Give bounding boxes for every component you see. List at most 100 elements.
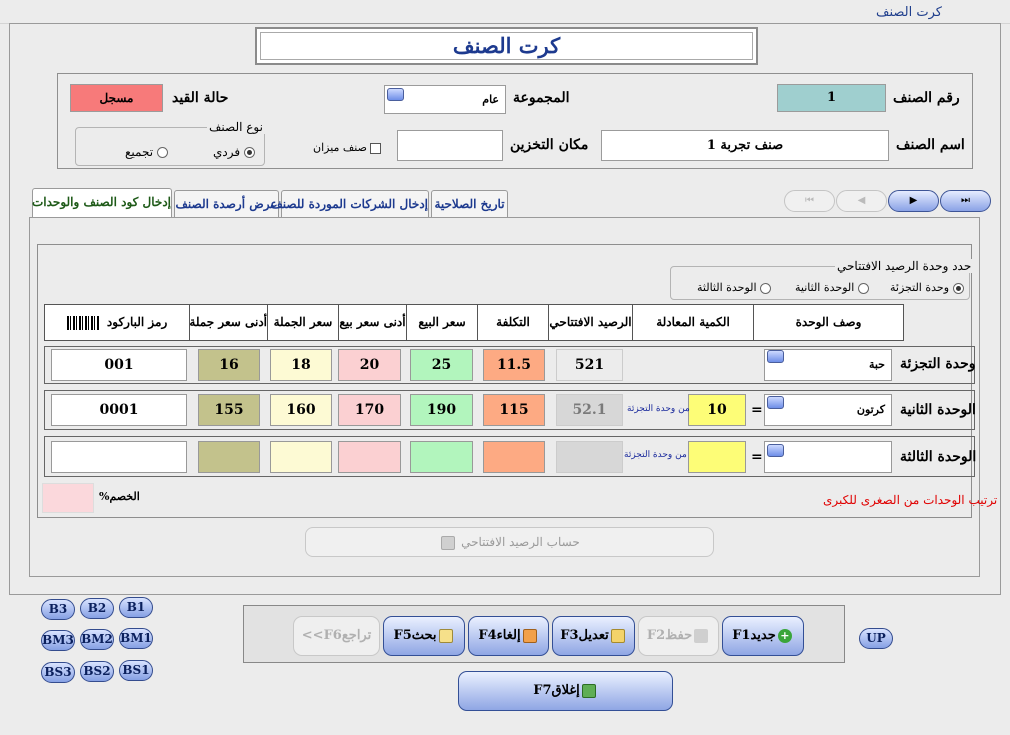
row1-min-sale-field[interactable]: 20 (338, 349, 401, 381)
new-button-label: جديدF1 (732, 628, 776, 643)
opening-unit-second-label: الوحدة الثانية (795, 281, 855, 294)
row2-min-sale-field[interactable]: 170 (338, 394, 401, 426)
row-retail-label: وحدة التجزئة (900, 356, 976, 372)
group-label: المجموعة (513, 90, 570, 106)
search-icon (438, 628, 453, 643)
opening-unit-retail-label: وحدة التجزئة (890, 281, 950, 294)
row3-barcode-field[interactable] (51, 441, 187, 473)
bm3-button[interactable]: BM3 (41, 630, 75, 651)
storage-label: مكان التخزين (510, 137, 589, 153)
row3-opening-field[interactable] (556, 441, 623, 473)
item-type-single-radio[interactable]: فردي (213, 145, 255, 159)
group-dropdown-button[interactable] (387, 88, 404, 101)
search-button[interactable]: بحثF5 (383, 616, 465, 656)
save-button[interactable]: حفظF2 (638, 616, 719, 656)
search-button-label: بحثF5 (393, 628, 437, 643)
edit-button[interactable]: تعديلF3 (552, 616, 635, 656)
scale-item-check[interactable] (370, 142, 382, 154)
row2-cost-field[interactable]: 115 (483, 394, 545, 426)
item-no-field[interactable]: 1 (777, 84, 886, 112)
bm1-button[interactable]: BM1 (119, 628, 153, 649)
row2-barcode-field[interactable]: 0001 (51, 394, 187, 426)
opening-unit-title: حدد وحدة الرصيد الافتتاحي (835, 259, 974, 273)
radio-unselected[interactable] (760, 282, 772, 294)
back-button[interactable]: تراجعF6>> (293, 616, 380, 656)
bs1-button[interactable]: BS1 (119, 660, 153, 681)
radio-selected[interactable] (952, 282, 964, 294)
row1-barcode-field[interactable]: 001 (51, 349, 187, 381)
radio-selected[interactable] (243, 147, 255, 158)
row1-unit-dropdown[interactable] (767, 350, 784, 363)
units-order-note: ترتيب الوحدات من الصغرى للكبرى (823, 493, 998, 507)
row2-opening-field[interactable]: 52.1 (556, 394, 623, 426)
status-label: حالة القيد (172, 90, 229, 106)
save-button-label: حفظF2 (646, 628, 693, 643)
row2-wholesale-field[interactable]: 160 (270, 394, 332, 426)
header-cost: التكلفة (477, 304, 549, 341)
bm2-button[interactable]: BM2 (80, 629, 114, 650)
row2-sale-field[interactable]: 190 (410, 394, 473, 426)
item-type-title: نوع الصنف (207, 120, 265, 134)
window-title: كرت الصنف (876, 5, 942, 20)
tab-suppliers[interactable]: إدخال الشركات الموردة للصنف (270, 190, 429, 217)
row2-equals-sign: = (751, 402, 763, 418)
row2-unit-dropdown[interactable] (767, 396, 784, 409)
row2-eq-qty-field[interactable]: 10 (688, 394, 746, 426)
calculator-icon (441, 535, 456, 550)
b2-button[interactable]: B2 (80, 598, 114, 619)
row3-eq-qty-field[interactable] (688, 441, 746, 473)
row1-cost-field[interactable]: 11.5 (483, 349, 545, 381)
close-button[interactable]: إغلاقF7 (458, 671, 673, 711)
header-barcode-label: رمز الباركود (106, 315, 168, 329)
up-button[interactable]: UP (859, 628, 893, 649)
new-button[interactable]: +جديدF1 (722, 616, 804, 656)
row-third-label: الوحدة الثالثة (900, 449, 977, 465)
header-barcode: رمز الباركود (44, 304, 190, 341)
nav-prev-button[interactable]: ◀ (836, 190, 887, 212)
row2-eq-note: من وحدة التجزئة (627, 404, 690, 414)
opening-unit-retail-radio[interactable]: وحدة التجزئة (890, 281, 964, 294)
row3-wholesale-field[interactable] (270, 441, 332, 473)
bs3-button[interactable]: BS3 (41, 662, 75, 683)
item-card-window: كرت الصنف كرت الصنف رقم الصنف 1 المجموعة… (0, 0, 1010, 735)
scale-item-checkbox[interactable]: صنف ميزان (313, 141, 382, 154)
row1-wholesale-field[interactable]: 18 (270, 349, 332, 381)
row1-min-wholesale-field[interactable]: 16 (198, 349, 260, 381)
row3-sale-field[interactable] (410, 441, 473, 473)
header-wholesale-price: سعر الجملة (267, 304, 339, 341)
row3-unit-dropdown[interactable] (767, 444, 784, 457)
row1-sale-field[interactable]: 25 (410, 349, 473, 381)
item-type-bundle-label: تجميع (125, 145, 154, 159)
header-min-sale-price: أدنى سعر بيع (338, 304, 407, 341)
row3-min-sale-field[interactable] (338, 441, 401, 473)
row2-min-wholesale-field[interactable]: 155 (198, 394, 260, 426)
opening-unit-third-radio[interactable]: الوحدة الثالثة (697, 281, 772, 294)
nav-next-button[interactable]: ▶ (888, 190, 939, 212)
tab-item-code-units[interactable]: إدخال كود الصنف والوحدات (32, 188, 172, 217)
item-type-bundle-radio[interactable]: تجميع (125, 145, 168, 159)
nav-last-button[interactable]: ⏭ (940, 190, 991, 212)
opening-unit-second-radio[interactable]: الوحدة الثانية (795, 281, 869, 294)
storage-field[interactable] (397, 130, 503, 161)
radio-unselected[interactable] (156, 147, 168, 158)
calc-opening-balance-button[interactable]: حساب الرصيد الافتتاحي (305, 527, 714, 557)
b1-button[interactable]: B1 (119, 597, 153, 618)
tab-expiry-date[interactable]: تاريخ الصلاحية (431, 190, 508, 217)
bs2-button[interactable]: BS2 (80, 661, 114, 682)
nav-first-button[interactable]: ⏮ (784, 190, 835, 212)
b3-button[interactable]: B3 (41, 599, 75, 620)
radio-unselected[interactable] (857, 282, 869, 294)
row1-opening-field[interactable]: 521 (556, 349, 623, 381)
row3-cost-field[interactable] (483, 441, 545, 473)
cancel-button[interactable]: إلغاءF4 (468, 616, 549, 656)
item-name-field[interactable]: صنف تجربة 1 (601, 130, 889, 161)
header-equivalent-qty: الكمية المعادلة (632, 304, 754, 341)
discount-field[interactable] (42, 483, 94, 513)
edit-icon (610, 628, 625, 643)
header-unit-desc: وصف الوحدة (753, 304, 904, 341)
tab-item-balances[interactable]: عرض أرصدة الصنف (174, 190, 279, 217)
row-second-label: الوحدة الثانية (900, 402, 976, 418)
plus-icon: + (777, 628, 792, 643)
row3-min-wholesale-field[interactable] (198, 441, 260, 473)
header-opening-balance: الرصيد الافتتاحي (548, 304, 633, 341)
